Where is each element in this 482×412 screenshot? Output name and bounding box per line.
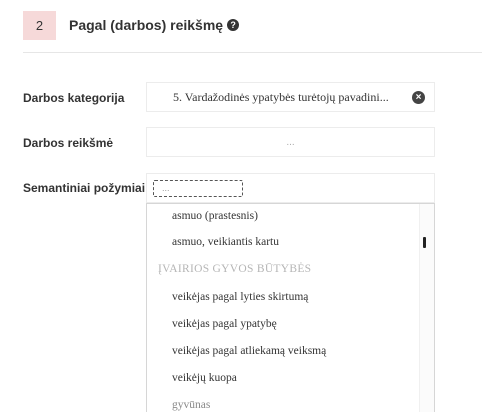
semantic-multiselect[interactable]: ...	[146, 173, 435, 203]
section-title: Pagal (darbos) reikšmę	[69, 17, 224, 33]
category-select[interactable]: 5. Vardažodinės ypatybės turėtojų pavadi…	[146, 82, 435, 112]
semantic-label: Semantiniai požymiai	[23, 181, 146, 195]
dropdown-group-header: ĮVAIRIOS GYVOS BŪTYBĖS	[158, 263, 312, 275]
category-value: 5. Vardažodinės ypatybės turėtojų pavadi…	[173, 90, 389, 104]
dropdown-option[interactable]: veikėjas pagal ypatybę	[172, 318, 277, 330]
dropdown-option[interactable]: asmuo (prastesnis)	[172, 210, 258, 222]
meaning-select[interactable]: ...	[146, 127, 435, 157]
step-number-badge: 2	[23, 11, 56, 40]
semantic-search-input[interactable]: ...	[153, 180, 243, 197]
dropdown-option[interactable]: gyvūnas	[172, 399, 210, 411]
dropdown-option[interactable]: veikėjas pagal lyties skirtumą	[172, 291, 308, 303]
dropdown-scrollbar-thumb[interactable]	[423, 237, 426, 248]
dropdown-scroll-track[interactable]	[419, 204, 434, 412]
dropdown-option[interactable]: asmuo, veikiantis kartu	[172, 236, 279, 248]
section-header: 2 Pagal (darbos) reikšmę ?	[23, 10, 482, 53]
dropdown-option[interactable]: veikėjų kuopa	[172, 372, 237, 384]
semantic-dropdown-list[interactable]: asmuo (prastesnis) asmuo, veikiantis kar…	[146, 203, 435, 412]
meaning-label: Darbos reikšmė	[23, 136, 114, 150]
section-title-wrap: Pagal (darbos) reikšmę ?	[69, 17, 240, 33]
question-circle-icon[interactable]: ?	[227, 19, 240, 31]
category-label: Darbos kategorija	[23, 91, 125, 105]
dropdown-option[interactable]: veikėjas pagal atliekamą veiksmą	[172, 345, 326, 357]
meaning-value: ...	[286, 137, 295, 148]
clear-x-icon[interactable]: ×	[412, 91, 425, 104]
